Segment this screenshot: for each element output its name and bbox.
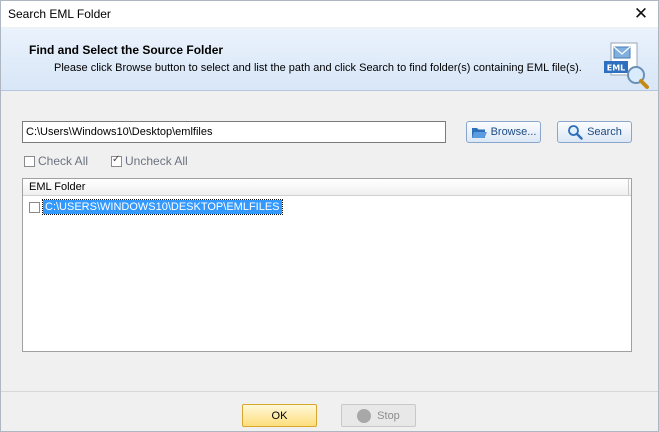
path-input[interactable] [22, 121, 446, 143]
column-header-separator [628, 179, 629, 195]
close-button[interactable]: ✕ [624, 1, 658, 27]
check-all-option[interactable]: Check All [24, 154, 88, 168]
window-title: Search EML Folder [8, 7, 111, 21]
browse-button-label: Browse... [490, 126, 537, 138]
ok-button-label: OK [271, 409, 288, 422]
browse-button[interactable]: Browse... [466, 121, 541, 143]
eml-file-search-icon: EML [604, 42, 649, 89]
magnifier-icon [568, 125, 583, 140]
search-button-label: Search [587, 126, 622, 138]
title-bar: Search EML Folder ✕ [1, 1, 658, 27]
header-banner: Find and Select the Source Folder Please… [1, 28, 658, 91]
ok-button[interactable]: OK [242, 404, 317, 427]
check-all-label: Check All [38, 154, 89, 168]
stop-icon [357, 408, 372, 423]
footer-divider [1, 391, 658, 392]
uncheck-all-checkbox[interactable] [111, 154, 122, 167]
header-subtitle: Please click Browse button to select and… [54, 62, 582, 74]
uncheck-all-option[interactable]: Uncheck All [111, 154, 188, 168]
uncheck-all-label: Uncheck All [125, 154, 188, 168]
list-item-path[interactable]: C:\USERS\WINDOWS10\DESKTOP\EMLFILES [42, 199, 283, 215]
check-all-checkbox[interactable] [24, 155, 35, 167]
eml-icon-label: EML [607, 64, 626, 73]
stop-button[interactable]: Stop [341, 404, 416, 427]
column-header-label: EML Folder [29, 181, 86, 193]
header-title: Find and Select the Source Folder [29, 43, 224, 57]
folder-open-icon [471, 127, 487, 138]
list-item[interactable]: C:\USERS\WINDOWS10\DESKTOP\EMLFILES [23, 199, 631, 215]
search-eml-folder-dialog: Search EML Folder ✕ Find and Select the … [0, 0, 659, 432]
list-item-checkbox[interactable] [29, 201, 40, 213]
eml-folder-list[interactable]: EML Folder C:\USERS\WINDOWS10\DESKTOP\EM… [22, 178, 632, 352]
stop-button-label: Stop [377, 409, 400, 422]
column-header-eml-folder[interactable]: EML Folder [23, 179, 631, 196]
search-button[interactable]: Search [557, 121, 632, 143]
